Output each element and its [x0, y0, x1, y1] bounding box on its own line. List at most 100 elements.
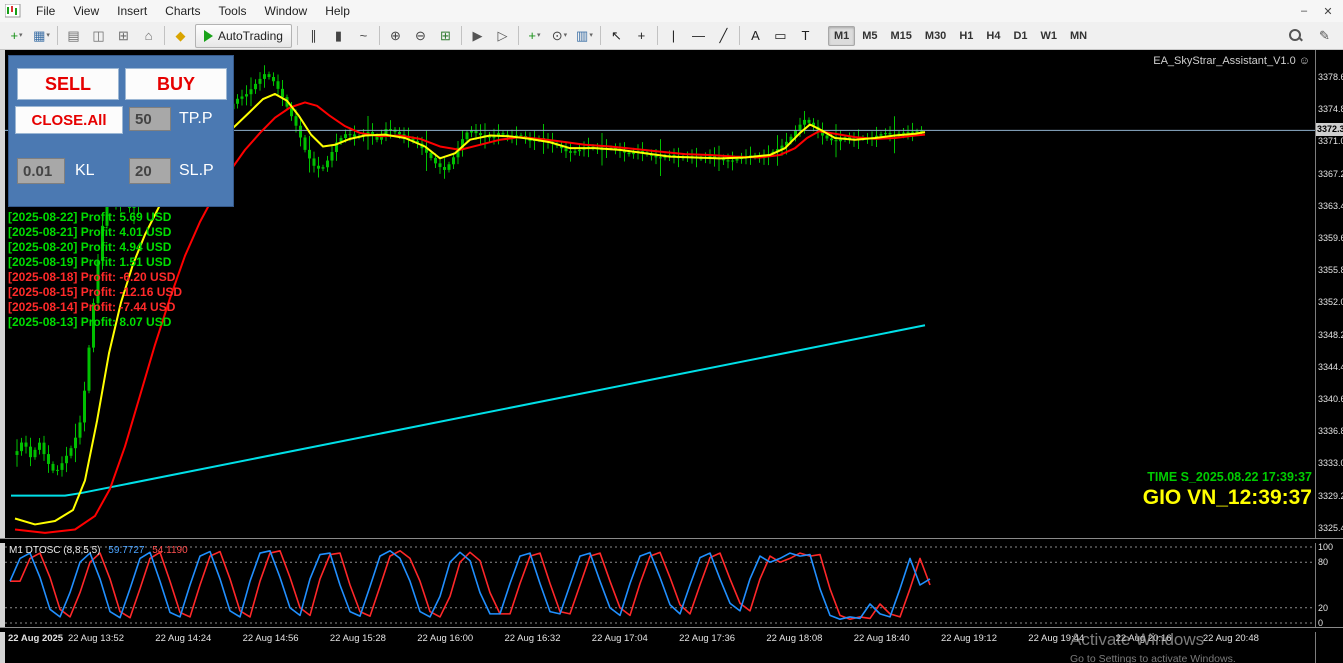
profiles-icon[interactable]: ▤ — [61, 25, 86, 47]
close-button[interactable]: ✕ — [1317, 2, 1339, 20]
price-scale[interactable]: 3378.60 3374.80 3371.00 3367.20 3363.40 3359.… — [1315, 50, 1343, 663]
chart-shift-icon[interactable]: ▷ — [490, 25, 515, 47]
price-label: 3371.00 — [1318, 136, 1343, 147]
data-window-icon[interactable]: ⊞ — [111, 25, 136, 47]
sl-input[interactable]: 20 — [129, 158, 171, 184]
indicator-title: M1 DTOSC (8,8,5,5) 59.7727 54.1190 — [9, 545, 188, 556]
profit-line: [2025-08-18] Profit: -6.20 USD — [8, 270, 176, 284]
time-label: 22 Aug 18:08 — [766, 633, 823, 644]
menu-insert[interactable]: Insert — [108, 1, 156, 21]
price-label: 3348.20 — [1318, 329, 1343, 340]
timeframe-mn[interactable]: MN — [1064, 26, 1093, 46]
main-chart-area[interactable]: SELL BUY CLOSE.All 50 TP.P 0.01 KL 20 SL… — [5, 50, 1316, 538]
profit-line: [2025-08-21] Profit: 4.01 USD — [8, 225, 172, 239]
metaeditor-icon[interactable]: ◆ — [168, 25, 193, 47]
line-chart-icon[interactable]: ~ — [351, 25, 376, 47]
menu-view[interactable]: View — [64, 1, 108, 21]
timeframe-w1[interactable]: W1 — [1035, 26, 1064, 46]
profit-line: [2025-08-20] Profit: 4.94 USD — [8, 240, 172, 254]
timeframe-h1[interactable]: H1 — [953, 26, 979, 46]
local-time-label: GIO VN_12:39:37 — [1142, 486, 1312, 509]
ea-panel: SELL BUY CLOSE.All 50 TP.P 0.01 KL 20 SL… — [8, 55, 234, 207]
cursor-icon[interactable]: ↖ — [604, 25, 629, 47]
templates-icon[interactable]: ▥ ▾ — [572, 25, 597, 47]
menu-file[interactable]: File — [27, 1, 64, 21]
tp-input[interactable]: 50 — [129, 107, 171, 131]
menu-help[interactable]: Help — [316, 1, 359, 21]
vertical-line-glyph: | — [671, 28, 676, 43]
profit-line: [2025-08-19] Profit: 1.51 USD — [8, 255, 172, 269]
horizontal-line-icon[interactable]: — — [686, 25, 711, 47]
crosshair-icon[interactable]: + — [629, 25, 654, 47]
autotrading-label: AutoTrading — [218, 28, 283, 43]
shapes-icon[interactable]: ▭ — [768, 25, 793, 47]
market-watch-icon[interactable]: ◫ — [86, 25, 111, 47]
periods-icon[interactable]: ⊙ ▾ — [547, 25, 572, 47]
price-label: 3363.40 — [1318, 200, 1343, 211]
lot-input[interactable]: 0.01 — [17, 158, 65, 184]
zoom-out-icon[interactable]: ⊖ — [408, 25, 433, 47]
timeframe-m15[interactable]: M15 — [885, 26, 918, 46]
timeframe-d1[interactable]: D1 — [1007, 26, 1033, 46]
text-icon[interactable]: A — [743, 25, 768, 47]
shapes-glyph: ▭ — [774, 28, 787, 43]
toolbar-separator — [57, 26, 58, 45]
buy-button[interactable]: BUY — [125, 68, 227, 100]
price-label: 3340.60 — [1318, 394, 1343, 404]
price-label: 3374.80 — [1318, 104, 1343, 115]
minimize-button[interactable]: – — [1293, 2, 1315, 20]
toolbar: + ▾ ▦ ▾ ▤ ◫ ⊞ ⌂ ◆ AutoTrading ∥ ▮ ~ ⊕ ⊖ ⊞ ▶ ▷ + ▾ ⊙ ▾ ▥ ▾ ↖ + | — ╱ A… — [0, 22, 1343, 50]
periods-glyph: ⊙ — [551, 28, 563, 43]
sl-label: SL.P — [179, 162, 214, 179]
templates-glyph: ▥ — [576, 28, 589, 43]
time-label: 22 Aug 2025 — [8, 633, 64, 644]
oscillator-canvas — [5, 546, 1316, 624]
panel-divider[interactable] — [0, 538, 1343, 543]
auto-scroll-icon[interactable]: ▶ — [465, 25, 490, 47]
menu-items: File View Insert Charts Tools Window Help — [27, 1, 359, 21]
tile-windows-icon[interactable]: ⊞ — [433, 25, 458, 47]
timeframe-m30[interactable]: M30 — [919, 26, 952, 46]
market-watch-glyph: ◫ — [92, 28, 105, 43]
menu-window[interactable]: Window — [256, 1, 317, 21]
bar-chart-icon[interactable]: ∥ — [301, 25, 326, 47]
close-all-button[interactable]: CLOSE.All — [15, 106, 123, 134]
dropdown-caret-icon: ▾ — [19, 32, 23, 39]
trendline-icon[interactable]: ╱ — [711, 25, 736, 47]
sell-button[interactable]: SELL — [17, 68, 119, 100]
charts-menu-icon[interactable]: ▦ ▾ — [29, 25, 54, 47]
toolbar-separator — [378, 26, 380, 45]
navigator-icon[interactable]: ⌂ — [136, 25, 161, 47]
crosshair-glyph: + — [637, 28, 646, 43]
autotrading-button[interactable]: AutoTrading — [195, 23, 292, 48]
ea-title: EA_SkyStrar_Assistant_V1.0 ☺ — [1153, 55, 1310, 67]
menu-tools[interactable]: Tools — [210, 1, 256, 21]
toolbar-separator — [296, 26, 298, 45]
text-label-glyph: T — [801, 28, 810, 43]
activate-windows-watermark: Activate Windows Go to Settings to activ… — [1070, 630, 1236, 663]
zoom-in-icon[interactable]: ⊕ — [383, 25, 408, 47]
server-time-label: TIME S_2025.08.22 17:39:37 — [1147, 470, 1312, 484]
profit-line: [2025-08-13] Profit: 8.07 USD — [8, 315, 172, 329]
edit-icon[interactable]: ✎ — [1312, 25, 1337, 47]
new-order-icon[interactable]: + ▾ — [4, 25, 29, 47]
text-label-icon[interactable]: T — [793, 25, 818, 47]
toolbar-separator — [164, 26, 165, 45]
profiles-glyph: ▤ — [67, 28, 80, 43]
vertical-line-icon[interactable]: | — [661, 25, 686, 47]
search-icon[interactable] — [1283, 25, 1308, 47]
indicators-icon[interactable]: + ▾ — [522, 25, 547, 47]
ea-title-text: EA_SkyStrar_Assistant_V1.0 — [1153, 55, 1296, 67]
bar-chart-glyph: ∥ — [310, 28, 317, 43]
timeframe-m1[interactable]: M1 — [827, 25, 856, 46]
timeframe-m5[interactable]: M5 — [856, 26, 883, 46]
indicator-value-2: 54.1190 — [152, 545, 188, 556]
timeframe-h4[interactable]: H4 — [980, 26, 1006, 46]
indicator-panel[interactable]: M1 DTOSC (8,8,5,5) 59.7727 54.1190 — [5, 543, 1316, 627]
price-label: 3352.00 — [1318, 297, 1343, 308]
lot-label: KL — [75, 162, 95, 179]
magnifier-handle — [1298, 36, 1303, 42]
menu-charts[interactable]: Charts — [156, 1, 209, 21]
candlestick-chart-icon[interactable]: ▮ — [326, 25, 351, 47]
smiley-icon: ☺ — [1298, 55, 1310, 67]
